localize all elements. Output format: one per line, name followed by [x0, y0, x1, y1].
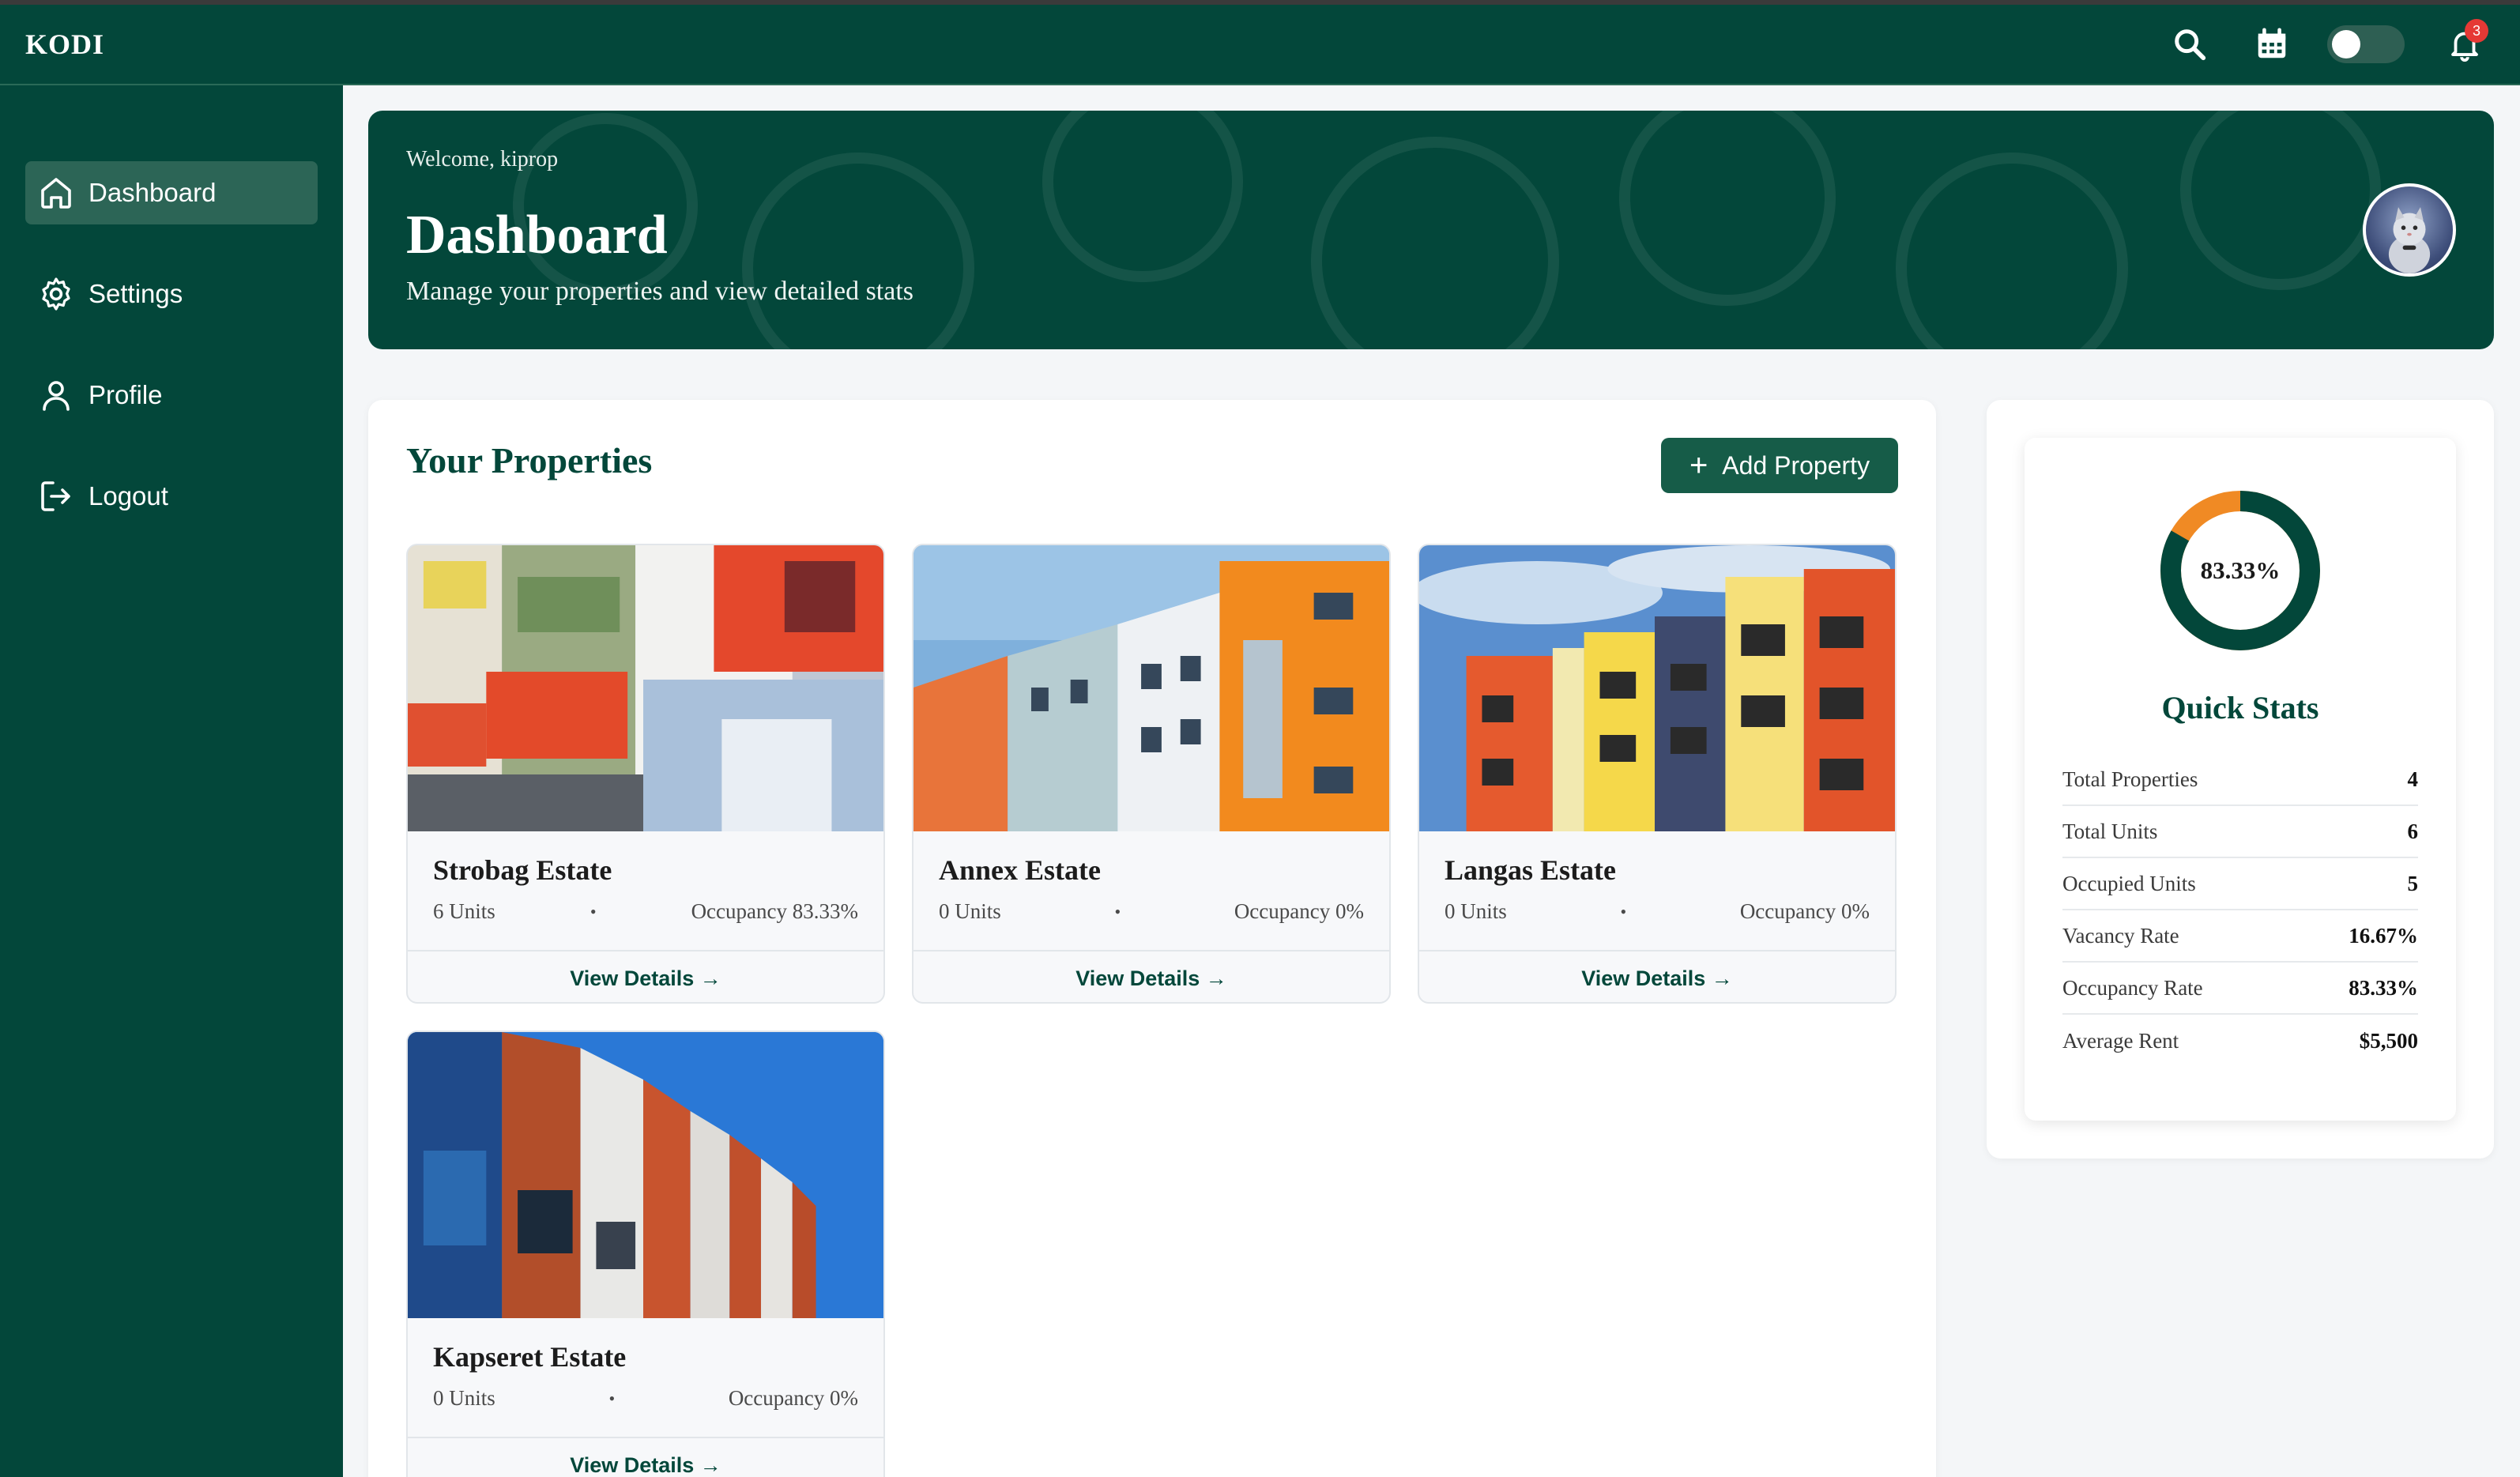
stat-value: 6 [2407, 819, 2419, 843]
stat-value: 4 [2407, 767, 2419, 791]
property-units: 6 Units [433, 899, 495, 923]
property-meta: 0 Units • Occupancy 0% [433, 1386, 858, 1411]
sidebar-item-label: Dashboard [89, 178, 217, 207]
stat-label: Total Properties [2062, 767, 2198, 791]
stats-list: Total Properties 4 Total Units 6 Occupie… [2062, 754, 2418, 1067]
separator-dot: • [1620, 901, 1627, 921]
stat-value: $5,500 [2359, 1028, 2418, 1053]
bell-icon[interactable]: 3 [2441, 19, 2488, 68]
avatar[interactable] [2363, 183, 2456, 277]
stat-row-occupancy-rate: Occupancy Rate 83.33% [2062, 963, 2418, 1015]
view-details-link[interactable]: View Details → [913, 950, 1389, 1002]
property-card[interactable]: Annex Estate 0 Units • Occupancy 0% View… [912, 544, 1391, 1004]
stat-row-total-units: Total Units 6 [2062, 806, 2418, 858]
property-card[interactable]: Strobag Estate 6 Units • Occupancy 83.33… [406, 544, 885, 1004]
separator-dot: • [608, 1388, 616, 1408]
stat-row-average-rent: Average Rent $5,500 [2062, 1015, 2418, 1067]
page-subtitle: Manage your properties and view detailed… [406, 277, 914, 306]
property-occupancy: Occupancy 83.33% [691, 899, 858, 923]
sidebar-item-label: Settings [89, 279, 183, 308]
search-icon[interactable] [2166, 21, 2213, 68]
stat-value: 83.33% [2349, 975, 2418, 1000]
dashboard-banner: Welcome, kiprop Dashboard Manage your pr… [368, 111, 2494, 349]
separator-dot: • [590, 901, 597, 921]
sidebar: Dashboard Settings Profile Logout [0, 85, 343, 1477]
sidebar-item-profile[interactable]: Profile [25, 364, 318, 427]
stat-label: Average Rent [2062, 1028, 2179, 1053]
user-icon [36, 375, 76, 415]
property-name: Annex Estate [939, 854, 1101, 886]
property-card[interactable]: Kapseret Estate 0 Units • Occupancy 0% V… [406, 1031, 885, 1477]
page-title: Dashboard [406, 205, 668, 266]
property-image [408, 545, 883, 831]
quick-stats-panel: 83.33% Quick Stats Total Properties 4 To… [1987, 400, 2494, 1159]
separator-dot: • [1114, 901, 1121, 921]
top-actions: 3 [2166, 5, 2488, 84]
sidebar-item-dashboard[interactable]: Dashboard [25, 161, 318, 224]
view-details-link[interactable]: View Details → [408, 1437, 883, 1477]
property-occupancy: Occupancy 0% [1739, 899, 1870, 923]
property-image [1419, 545, 1895, 831]
add-property-label: Add Property [1722, 450, 1870, 480]
property-occupancy: Occupancy 0% [728, 1386, 858, 1410]
quick-stats-card: 83.33% Quick Stats Total Properties 4 To… [2025, 438, 2456, 1121]
stat-label: Total Units [2062, 819, 2158, 843]
stat-row-occupied-units: Occupied Units 5 [2062, 858, 2418, 910]
view-details-link[interactable]: View Details → [1419, 950, 1895, 1002]
property-units: 0 Units [433, 1386, 495, 1410]
property-units: 0 Units [1445, 899, 1507, 923]
notification-badge: 3 [2465, 19, 2488, 43]
cat-avatar-image [2388, 207, 2431, 273]
view-details-link[interactable]: View Details → [408, 950, 883, 1002]
top-bar: KODI 3 [0, 0, 2520, 85]
property-occupancy: Occupancy 0% [1234, 899, 1364, 923]
stat-row-vacancy-rate: Vacancy Rate 16.67% [2062, 910, 2418, 963]
toggle-knob [2332, 30, 2360, 58]
gear-icon [36, 274, 76, 314]
property-units: 0 Units [939, 899, 1001, 923]
theme-toggle[interactable] [2327, 25, 2405, 63]
plus-icon: + [1689, 448, 1708, 483]
calendar-icon[interactable] [2248, 21, 2296, 68]
sidebar-item-logout[interactable]: Logout [25, 465, 318, 528]
property-name: Strobag Estate [433, 854, 612, 886]
property-meta: 6 Units • Occupancy 83.33% [433, 899, 858, 924]
add-property-button[interactable]: + Add Property [1661, 438, 1898, 493]
banner-pattern [513, 111, 2381, 349]
property-meta: 0 Units • Occupancy 0% [939, 899, 1364, 924]
properties-panel: Your Properties + Add Property Strobag E… [368, 400, 1936, 1477]
logout-icon [36, 477, 76, 516]
sidebar-item-settings[interactable]: Settings [25, 262, 318, 326]
home-icon [36, 173, 76, 213]
stat-label: Occupancy Rate [2062, 975, 2203, 1000]
stat-label: Vacancy Rate [2062, 923, 2179, 948]
quick-stats-title: Quick Stats [2161, 690, 2319, 725]
welcome-text: Welcome, kiprop [406, 147, 559, 171]
brand-logo[interactable]: KODI [25, 28, 104, 61]
sidebar-item-label: Profile [89, 380, 163, 409]
property-image [913, 545, 1389, 831]
stat-row-total-properties: Total Properties 4 [2062, 754, 2418, 806]
stat-value: 5 [2407, 871, 2419, 895]
properties-title: Your Properties [406, 440, 653, 480]
property-card[interactable]: Langas Estate 0 Units • Occupancy 0% Vie… [1418, 544, 1897, 1004]
stat-value: 16.67% [2349, 923, 2418, 948]
property-image [408, 1032, 883, 1318]
stat-label: Occupied Units [2062, 871, 2196, 895]
property-name: Langas Estate [1445, 854, 1617, 886]
donut-label: 83.33% [2200, 556, 2281, 584]
property-name: Kapseret Estate [433, 1341, 627, 1373]
property-meta: 0 Units • Occupancy 0% [1445, 899, 1870, 924]
sidebar-item-label: Logout [89, 481, 168, 511]
